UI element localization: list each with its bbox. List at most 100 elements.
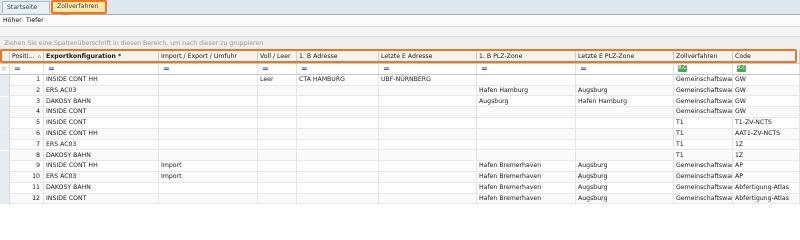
cell-position[interactable]: 7 <box>10 139 44 150</box>
cell-zollverfahren[interactable]: Gemeinschaftsware <box>674 75 733 85</box>
column-header-erste-b-adresse[interactable]: 1. B Adresse <box>297 50 379 63</box>
cell-exportkonfiguration[interactable]: INSIDE CONT <box>44 107 159 118</box>
table-row[interactable]: 4 INSIDE CONT Gemeinschaftsware GW <box>0 107 800 118</box>
column-header-erste-b-plz-zone[interactable]: 1. B PLZ-Zone <box>477 50 576 63</box>
cell-letzte-e-plz-zone[interactable]: Augsburg <box>576 85 674 96</box>
table-row[interactable]: 6 INSIDE CONT HH T1 AAT1-ZV-NCTS <box>0 129 800 140</box>
cell-zollverfahren[interactable]: T1 <box>674 118 733 129</box>
cell-voll-leer[interactable] <box>258 107 297 118</box>
cell-letzte-e-plz-zone[interactable]: Augsburg <box>576 183 674 193</box>
equals-operator-icon[interactable]: = <box>14 65 21 73</box>
column-header-exportkonfiguration[interactable]: Exportkonfiguration * <box>44 50 159 63</box>
cell-voll-leer[interactable] <box>258 118 297 129</box>
table-row[interactable]: 10 ERS AC03 Import Hafen Bremerhaven Augsbur… <box>0 172 800 183</box>
table-row[interactable]: 3 DAKOSY BAHN Augsburg Hafen Hamburg Gemeins… <box>0 96 800 108</box>
column-header-import-export-umfuhr[interactable]: Import / Export / Umfuhr <box>159 50 258 63</box>
cell-erste-b-plz-zone[interactable] <box>477 150 576 161</box>
cell-erste-b-plz-zone[interactable] <box>477 139 576 150</box>
column-header-voll-leer[interactable]: Voll / Leer <box>258 50 297 63</box>
cell-erste-b-plz-zone[interactable]: Hafen Bremerhaven <box>477 161 576 172</box>
table-row[interactable]: 5 INSIDE CONT T1 T1-ZV-NCTS <box>0 118 800 129</box>
row-selector[interactable] <box>0 183 10 193</box>
cell-erste-b-plz-zone[interactable] <box>477 107 576 118</box>
cell-letzte-e-adresse[interactable] <box>379 183 477 193</box>
cell-exportkonfiguration[interactable]: DAKOSY BAHN <box>44 96 159 107</box>
equals-operator-icon[interactable]: = <box>262 65 269 73</box>
cell-letzte-e-plz-zone[interactable]: Hafen Hamburg <box>576 96 674 107</box>
cell-erste-b-plz-zone[interactable] <box>477 129 576 139</box>
row-selector[interactable] <box>0 150 10 161</box>
cell-exportkonfiguration[interactable]: ERS AC03 <box>44 85 159 96</box>
row-selector[interactable] <box>0 85 10 96</box>
table-row[interactable]: 12 INSIDE CONT Hafen Bremerhaven Augsburg Ge… <box>0 193 800 205</box>
regex-filter-icon[interactable]: R:C <box>678 65 687 72</box>
cell-code[interactable]: AAT1-ZV-NCTS <box>733 129 800 139</box>
column-header-position[interactable]: Positi… ▵ <box>10 50 44 63</box>
filter-cell-import-export-umfuhr[interactable]: = <box>159 64 258 74</box>
cell-position[interactable]: 10 <box>10 172 44 183</box>
cell-letzte-e-plz-zone[interactable]: Augsburg <box>576 193 674 204</box>
cell-erste-b-adresse[interactable] <box>297 183 379 193</box>
table-row[interactable]: 2 ERS AC03 Hafen Hamburg Augsburg Gemeinscha… <box>0 85 800 97</box>
cell-zollverfahren[interactable]: T1 <box>674 150 733 161</box>
cell-exportkonfiguration[interactable]: INSIDE CONT <box>44 193 159 204</box>
cell-import-export-umfuhr[interactable] <box>159 107 258 118</box>
row-selector[interactable] <box>0 107 10 118</box>
cell-code[interactable]: 1Z <box>733 139 800 150</box>
cell-erste-b-adresse[interactable] <box>297 118 379 129</box>
cell-letzte-e-adresse[interactable] <box>379 139 477 150</box>
row-selector[interactable] <box>0 118 10 129</box>
cell-erste-b-adresse[interactable] <box>297 161 379 172</box>
cell-code[interactable]: Abfertigung-Atlas <box>733 193 800 204</box>
cell-exportkonfiguration[interactable]: INSIDE CONT HH <box>44 75 159 85</box>
cell-import-export-umfuhr[interactable] <box>159 75 258 85</box>
cell-letzte-e-plz-zone[interactable] <box>576 118 674 129</box>
cell-position[interactable]: 1 <box>10 75 44 85</box>
cell-position[interactable]: 4 <box>10 107 44 118</box>
cell-code[interactable]: 1Z <box>733 150 800 161</box>
cell-exportkonfiguration[interactable]: INSIDE CONT HH <box>44 129 159 139</box>
cell-letzte-e-plz-zone[interactable]: Augsburg <box>576 161 674 172</box>
cell-import-export-umfuhr[interactable] <box>159 150 258 161</box>
cell-voll-leer[interactable] <box>258 129 297 139</box>
filter-cell-erste-b-plz-zone[interactable]: = <box>477 64 576 74</box>
filter-cell-code[interactable]: R:C <box>733 64 800 74</box>
cell-import-export-umfuhr[interactable] <box>159 118 258 129</box>
cell-letzte-e-adresse[interactable]: UBF-NÜRNBERG <box>379 75 477 85</box>
cell-zollverfahren[interactable]: T1 <box>674 139 733 150</box>
cell-exportkonfiguration[interactable]: DAKOSY BAHN <box>44 183 159 193</box>
sort-ascending-icon[interactable]: ▵ <box>38 50 41 63</box>
cell-letzte-e-adresse[interactable] <box>379 85 477 96</box>
cell-position[interactable]: 5 <box>10 118 44 129</box>
cell-exportkonfiguration[interactable]: INSIDE CONT HH <box>44 161 159 172</box>
row-selector[interactable] <box>0 96 10 107</box>
cell-voll-leer[interactable] <box>258 172 297 183</box>
equals-operator-icon[interactable]: = <box>301 65 308 73</box>
cell-code[interactable]: GW <box>733 75 800 85</box>
cell-code[interactable]: GW <box>733 107 800 118</box>
regex-filter-icon[interactable]: R:C <box>737 65 746 72</box>
cell-erste-b-plz-zone[interactable]: Hafen Bremerhaven <box>477 172 576 183</box>
cell-code[interactable]: AP <box>733 161 800 172</box>
cell-letzte-e-adresse[interactable] <box>379 129 477 139</box>
tab-startseite[interactable]: Startseite <box>2 1 50 13</box>
cell-import-export-umfuhr[interactable]: Import <box>159 172 258 183</box>
cell-code[interactable]: AP <box>733 172 800 183</box>
cell-erste-b-plz-zone[interactable] <box>477 75 576 85</box>
cell-voll-leer[interactable] <box>258 193 297 204</box>
row-selector[interactable] <box>0 139 10 150</box>
filter-cell-letzte-e-adresse[interactable]: = <box>379 64 477 74</box>
cell-letzte-e-plz-zone[interactable] <box>576 139 674 150</box>
filter-cell-letzte-e-plz-zone[interactable]: = <box>576 64 674 74</box>
cell-import-export-umfuhr[interactable]: Import <box>159 161 258 172</box>
table-row[interactable]: 7 ERS AC03 T1 1Z <box>0 139 800 151</box>
filter-cell-exportkonfiguration[interactable]: = <box>44 64 159 74</box>
cell-import-export-umfuhr[interactable] <box>159 139 258 150</box>
cell-exportkonfiguration[interactable]: ERS AC03 <box>44 172 159 183</box>
cell-position[interactable]: 9 <box>10 161 44 172</box>
filter-cell-voll-leer[interactable]: = <box>258 64 297 74</box>
cell-letzte-e-plz-zone[interactable] <box>576 75 674 85</box>
tab-zollverfahren[interactable]: Zollverfahren× <box>51 0 107 20</box>
cell-voll-leer[interactable] <box>258 96 297 107</box>
group-panel[interactable]: Ziehen Sie eine Spaltenüberschrift in di… <box>0 36 800 51</box>
